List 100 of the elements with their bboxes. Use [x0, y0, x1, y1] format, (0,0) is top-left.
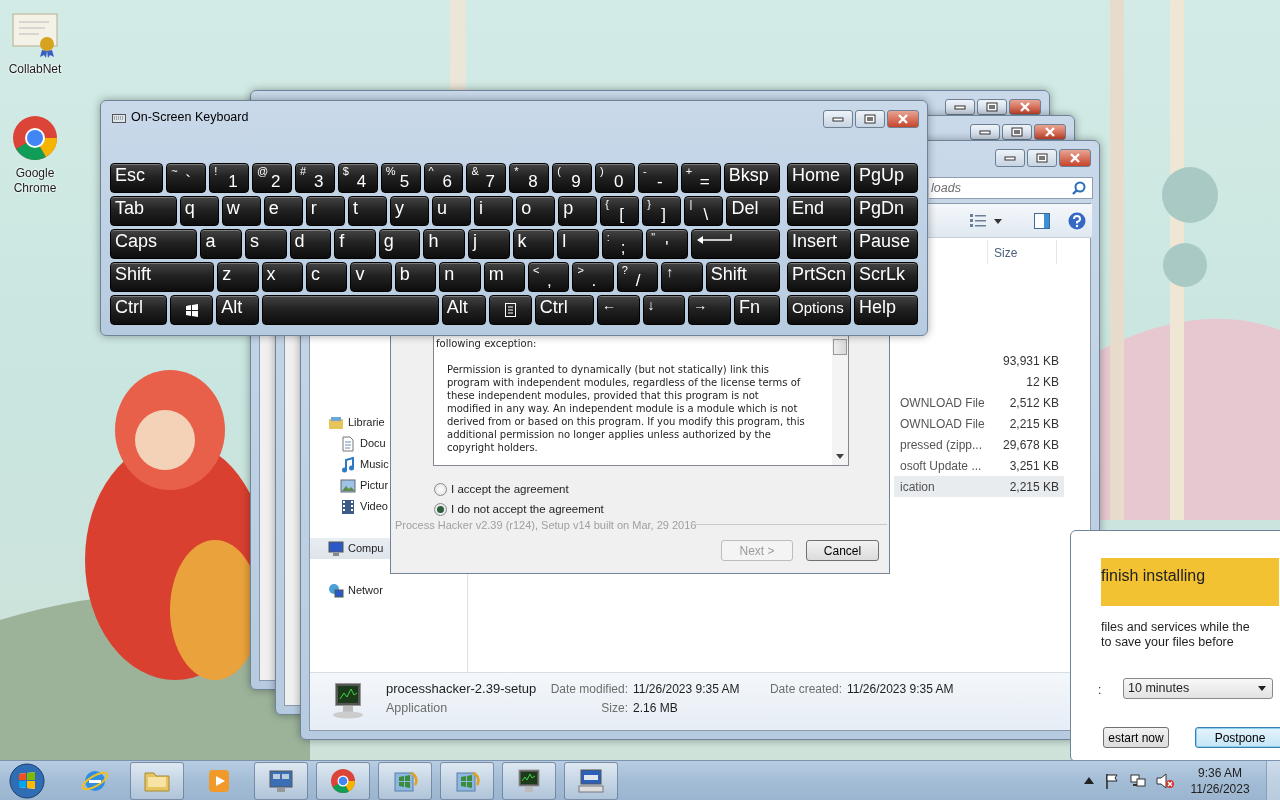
file-row[interactable]: OWNLOAD File 2,215 KB	[894, 413, 1064, 434]
file-row[interactable]: 12 KB	[894, 371, 1064, 392]
key[interactable]: z	[217, 262, 259, 292]
key[interactable]: @ 2	[252, 163, 292, 193]
key[interactable]: w	[221, 196, 261, 226]
key[interactable]: p	[558, 196, 598, 226]
column-header[interactable]: Size	[987, 240, 1057, 264]
key[interactable]: t	[347, 196, 387, 226]
desktop-icon-label[interactable]: CollabNet	[5, 62, 65, 77]
key[interactable]: ←	[596, 295, 640, 325]
key[interactable]: : ;	[601, 229, 644, 259]
key[interactable]: v	[350, 262, 392, 292]
close-button[interactable]	[887, 110, 919, 128]
speaker-muted-icon[interactable]	[1156, 772, 1174, 789]
key[interactable]: Ctrl	[110, 295, 168, 325]
key[interactable]: # 3	[294, 163, 335, 193]
key[interactable]: r	[305, 196, 345, 226]
key[interactable]: Shift	[110, 262, 215, 292]
help-icon[interactable]	[1068, 212, 1086, 230]
flag-icon[interactable]	[1104, 772, 1120, 789]
key[interactable]: ! 1	[209, 163, 250, 193]
key[interactable]: s	[245, 229, 287, 259]
key[interactable]: k	[512, 229, 555, 259]
taskbar-button[interactable]	[502, 761, 556, 800]
scroll-down-icon[interactable]	[836, 454, 844, 459]
search-field[interactable]: loads	[929, 177, 1093, 199]
close-button[interactable]	[1059, 149, 1091, 167]
key[interactable]: ~ `	[166, 163, 207, 193]
dialog-button[interactable]: Postpone	[1195, 727, 1280, 748]
key[interactable]: x	[261, 262, 303, 292]
key[interactable]: { [	[600, 196, 640, 226]
dialog-button[interactable]: Cancel	[806, 540, 879, 561]
key[interactable]: % 5	[380, 163, 421, 193]
key[interactable]: Tab	[110, 196, 177, 226]
radio-option[interactable]: I do not accept the agreement	[434, 501, 604, 519]
key[interactable]: Insert	[787, 229, 851, 259]
key[interactable]: q	[179, 196, 219, 226]
close-button[interactable]	[1034, 124, 1066, 140]
key[interactable]: > .	[572, 262, 614, 292]
key[interactable]	[690, 229, 780, 259]
key[interactable]: ScrLk	[854, 262, 918, 292]
dialog-button[interactable]: estart now	[1103, 727, 1169, 748]
file-row[interactable]: osoft Update ... 3,251 KB	[894, 455, 1064, 476]
key[interactable]: y	[389, 196, 430, 226]
key[interactable]: m	[483, 262, 526, 292]
desktop-icon-label[interactable]: Google Chrome	[5, 166, 65, 196]
key[interactable]: Bksp	[723, 163, 780, 193]
minimize-button[interactable]	[823, 110, 853, 128]
key[interactable]: ^ 6	[423, 163, 464, 193]
key[interactable]: Home	[787, 163, 851, 193]
key[interactable]: n	[439, 262, 481, 292]
key[interactable]: Caps	[110, 229, 198, 259]
preview-pane-icon[interactable]	[1034, 213, 1050, 229]
restore-button[interactable]	[1027, 149, 1057, 167]
key[interactable]: b	[394, 262, 437, 292]
search-icon[interactable]	[1072, 181, 1086, 195]
key[interactable]: Options	[787, 295, 851, 325]
key[interactable]: d	[289, 229, 332, 259]
key[interactable]: Fn	[734, 295, 781, 325]
minimize-button[interactable]	[995, 149, 1025, 167]
restore-button[interactable]	[855, 110, 885, 128]
key[interactable]: Alt	[216, 295, 259, 325]
key[interactable]: PgDn	[854, 196, 918, 226]
key[interactable]: l	[557, 229, 599, 259]
key[interactable]: ) 0	[595, 163, 635, 193]
key[interactable]: * 8	[509, 163, 550, 193]
minimize-button[interactable]	[945, 99, 975, 115]
key[interactable]: →	[688, 295, 732, 325]
key[interactable]: ? /	[616, 262, 659, 292]
key[interactable]: f	[334, 229, 376, 259]
key[interactable]: Ctrl	[534, 295, 594, 325]
key[interactable]: } ]	[642, 196, 682, 226]
key[interactable]: Help	[854, 295, 918, 325]
minutes-dropdown[interactable]: 10 minutes	[1123, 678, 1273, 699]
scrollbar[interactable]	[832, 336, 848, 465]
key[interactable]: e	[263, 196, 303, 226]
taskbar-button[interactable]	[254, 761, 308, 800]
key[interactable]: ↓	[642, 295, 686, 325]
key[interactable]: g	[378, 229, 421, 259]
key[interactable]: ↑	[661, 262, 703, 292]
browser-icon[interactable]	[11, 114, 59, 162]
key[interactable]: | \	[684, 196, 724, 226]
minimize-button[interactable]	[970, 124, 1000, 140]
navigation-item[interactable]: Networ	[310, 580, 467, 601]
key[interactable]: h	[423, 229, 465, 259]
key[interactable]: j	[468, 229, 510, 259]
file-row[interactable]: 93,931 KB	[894, 350, 1064, 371]
key[interactable]: Esc	[110, 163, 164, 193]
close-button[interactable]	[1009, 99, 1041, 115]
start-button[interactable]	[8, 761, 46, 800]
key[interactable]: End	[787, 196, 851, 226]
key[interactable]: PrtScn	[787, 262, 851, 292]
key[interactable]: Pause	[854, 229, 918, 259]
key[interactable]	[170, 295, 214, 325]
up-arrow-icon[interactable]	[1084, 777, 1094, 784]
key[interactable]: u	[432, 196, 472, 226]
license-textbox[interactable]	[433, 335, 849, 466]
network-icon[interactable]	[1130, 772, 1146, 789]
key[interactable]: - -	[637, 163, 678, 193]
key[interactable]: a	[200, 229, 242, 259]
